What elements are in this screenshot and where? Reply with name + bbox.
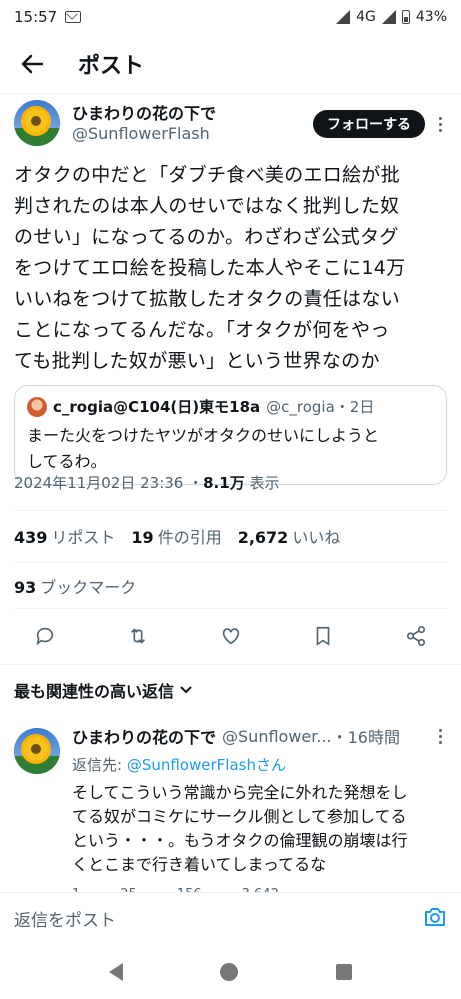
replies-sort-dropdown[interactable]: 最も関連性の高い返信	[14, 678, 192, 702]
quoted-time: ・2日	[334, 398, 375, 416]
divider	[14, 510, 447, 511]
chevron-down-icon	[180, 686, 192, 694]
wifi-signal-icon	[336, 10, 351, 24]
app-header: ポスト	[0, 34, 461, 94]
arrow-left-icon	[21, 54, 43, 73]
mail-icon	[65, 11, 82, 23]
follow-button[interactable]: フォローする	[313, 110, 425, 138]
post-meta: 2024年11月02日 23:36 ・8.1万 表示	[14, 472, 279, 493]
author-row: ひまわりの花の下で @SunflowerFlash フォローする	[14, 100, 447, 154]
reply-avatar[interactable]	[14, 728, 60, 774]
quoted-avatar	[27, 396, 47, 417]
battery-icon	[401, 10, 410, 24]
repost-icon	[130, 628, 145, 644]
share-icon	[406, 626, 426, 646]
camera-icon[interactable]	[423, 906, 447, 932]
avatar[interactable]	[14, 100, 60, 146]
reply-to-handle[interactable]: @SunflowerFlashさん	[127, 756, 286, 774]
quoted-handle: @c_rogia	[266, 397, 335, 416]
reply-display-name[interactable]: ひまわりの花の下で	[72, 724, 216, 748]
reply-text: そしてこういう常識から完全に外れた発想をし てる奴がコミケにサークル側として参加…	[72, 783, 408, 874]
status-bar: 15:57 4G 43%	[0, 0, 461, 34]
post-actions	[14, 620, 447, 656]
reply-content: ひまわりの花の下で @Sunflower... ・16時間 返信先: @Sunf…	[72, 722, 447, 901]
view-count: 8.1万	[203, 474, 245, 492]
divider	[0, 664, 461, 665]
repost-button[interactable]	[127, 625, 149, 651]
view-label: 表示	[244, 474, 280, 492]
main-post: ひまわりの花の下で @SunflowerFlash フォローする オタクの中だと…	[14, 100, 447, 485]
quotes-stat[interactable]: 19 件の引用	[131, 524, 221, 548]
nav-back-icon[interactable]	[108, 962, 123, 981]
cell-signal-icon	[381, 10, 396, 24]
like-button[interactable]	[220, 625, 242, 651]
author-names: ひまわりの花の下で @SunflowerFlash	[72, 100, 216, 144]
reposts-stat[interactable]: 439 リポスト	[14, 524, 115, 548]
divider	[14, 562, 447, 563]
reply-more-icon[interactable]	[433, 722, 447, 750]
network-type: 4G	[356, 9, 376, 25]
bookmark-stats: 93 ブックマーク	[14, 574, 136, 598]
reply-composer[interactable]: 返信をポスト	[0, 892, 461, 944]
reply-composer-placeholder[interactable]: 返信をポスト	[14, 906, 116, 931]
reply-handle[interactable]: @Sunflower...	[222, 727, 332, 746]
quoted-post-header: c_rogia@C104(日)東モ18a @c_rogia ・2日	[27, 396, 434, 417]
quoted-post[interactable]: c_rogia@C104(日)東モ18a @c_rogia ・2日 まーた火をつ…	[14, 385, 447, 485]
share-button[interactable]	[405, 625, 427, 651]
bookmark-button[interactable]	[312, 625, 334, 651]
likes-stat[interactable]: 2,672 いいね	[238, 524, 341, 548]
post-text: オタクの中だと「ダブチ食べ美のエロ絵が批 判されたのは本人のせいではなく批判した…	[14, 164, 406, 372]
heart-icon	[222, 628, 239, 645]
reply-button[interactable]	[34, 625, 56, 651]
page-title: ポスト	[78, 53, 145, 79]
reply-post[interactable]: ひまわりの花の下で @Sunflower... ・16時間 返信先: @Sunf…	[14, 722, 447, 901]
more-options-icon[interactable]	[433, 110, 447, 138]
reply-icon	[36, 627, 54, 646]
status-right: 4G 43%	[336, 9, 447, 25]
quoted-text: まーた火をつけたヤツがオタクのせいにしようと してるわ。	[27, 426, 380, 471]
system-nav-bar	[0, 944, 461, 999]
replies-sort-label: 最も関連性の高い返信	[14, 682, 175, 701]
status-time: 15:57	[14, 8, 58, 26]
bookmarks-stat[interactable]: 93 ブックマーク	[14, 574, 136, 598]
author-display-name[interactable]: ひまわりの花の下で	[72, 104, 216, 124]
battery-percent: 43%	[415, 9, 447, 25]
author-handle[interactable]: @SunflowerFlash	[72, 124, 216, 144]
back-button[interactable]	[0, 34, 64, 94]
quoted-display-name: c_rogia@C104(日)東モ18a	[53, 398, 261, 416]
reply-to: 返信先: @SunflowerFlashさん	[72, 756, 286, 774]
bookmark-icon	[316, 626, 330, 646]
post-timestamp[interactable]: 2024年11月02日 23:36 ・	[14, 474, 203, 492]
nav-home-icon[interactable]	[220, 962, 239, 981]
engagement-stats: 439 リポスト 19 件の引用 2,672 いいね	[14, 524, 340, 548]
reply-time: ・16時間	[331, 728, 400, 747]
divider	[14, 608, 447, 609]
nav-recents-icon[interactable]	[336, 963, 353, 980]
reply-header: ひまわりの花の下で @Sunflower... ・16時間	[72, 722, 447, 750]
